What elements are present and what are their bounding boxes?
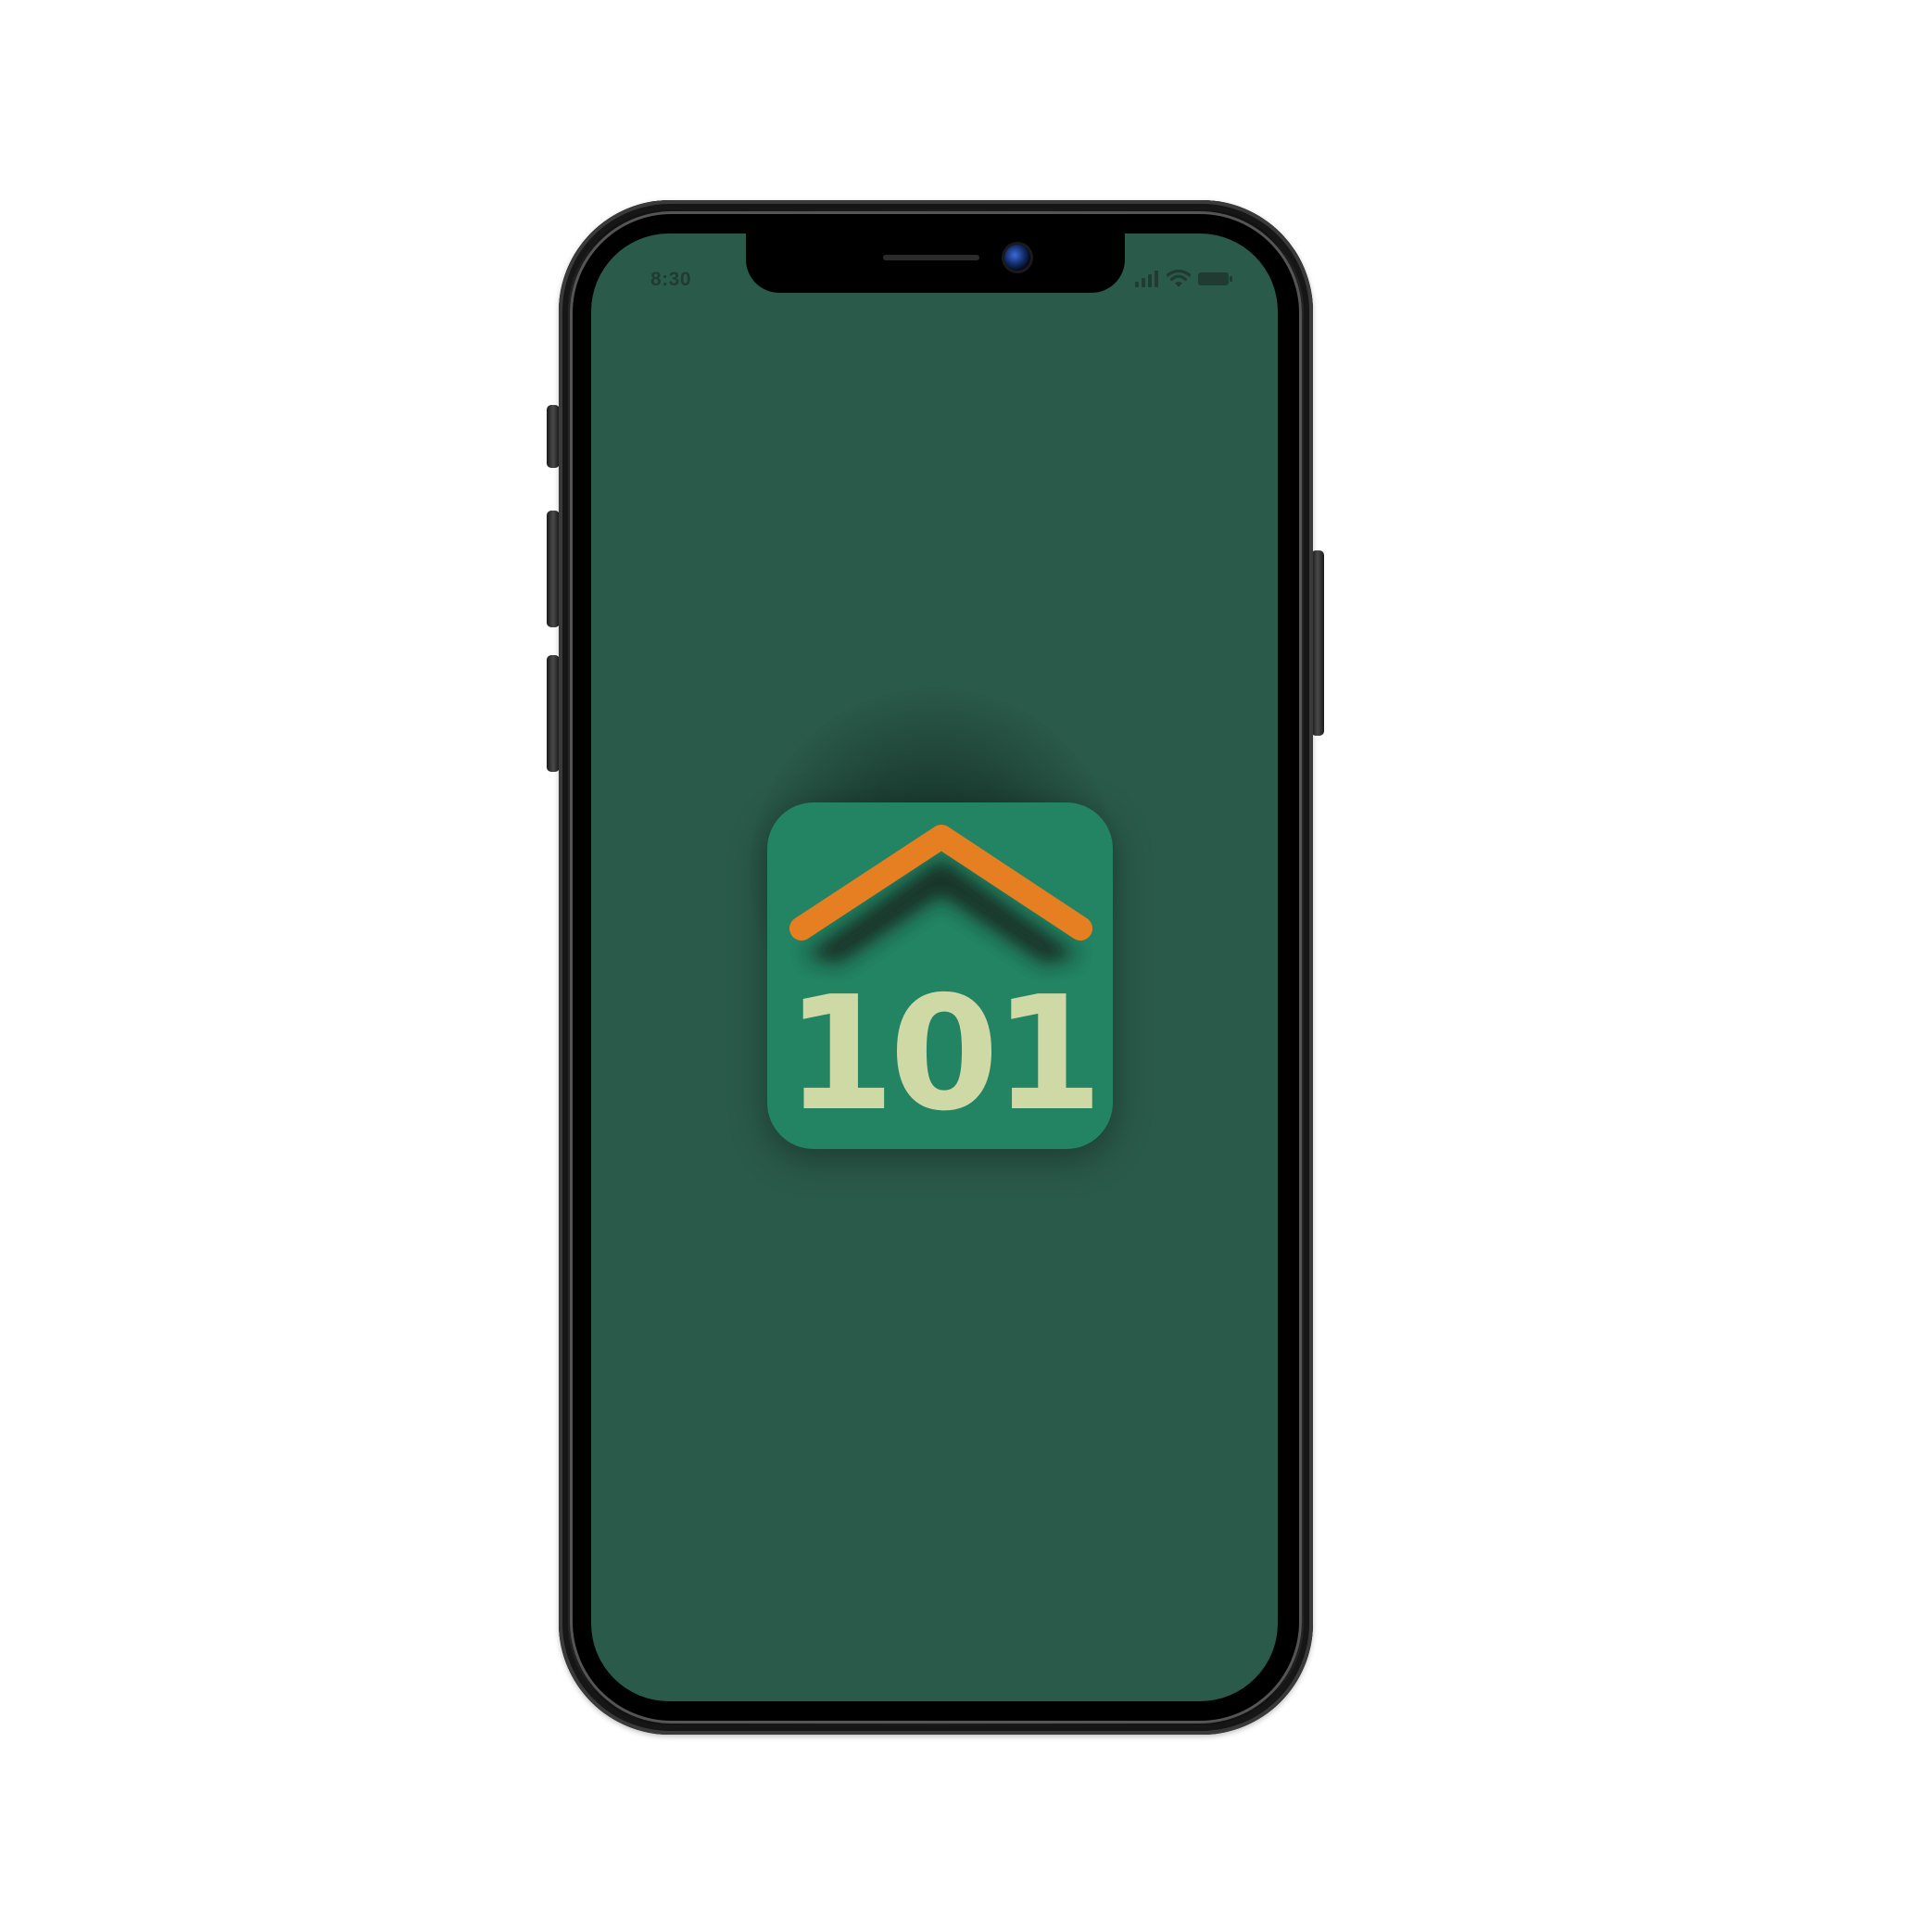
phone-screen: 8:30 101: [591, 234, 1278, 1701]
power-button: [1311, 550, 1324, 736]
battery-icon: [1198, 271, 1233, 286]
volume-down-button: [547, 655, 560, 772]
earpiece-speaker: [883, 255, 979, 260]
app-icon-house-101[interactable]: 101: [767, 802, 1113, 1149]
volume-up-button: [547, 511, 560, 627]
silent-switch: [547, 405, 560, 468]
canvas: 8:30 101: [0, 0, 1931, 1932]
front-camera: [1004, 245, 1030, 271]
status-time: 8:30: [650, 269, 692, 290]
notch: [746, 234, 1125, 293]
status-icons: [1135, 269, 1233, 289]
wifi-icon: [1167, 270, 1191, 288]
app-logo-graphic: [789, 825, 1092, 965]
signal-icon: [1135, 271, 1159, 287]
